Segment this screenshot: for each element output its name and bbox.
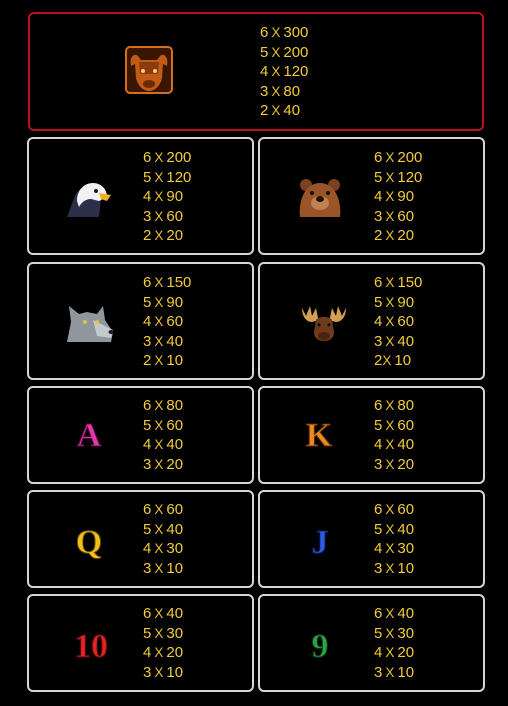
paytable-panel-moose: 6 X 150 5 X 90 4 X 60 3 X 40 2X 10 <box>258 262 485 380</box>
payout-list: 6 X 200 5 X 120 4 X 90 3 X 60 2 X 20 <box>374 148 422 246</box>
payout-row: 2X10 <box>143 352 184 369</box>
payout-row: 3 X 10 <box>374 559 415 577</box>
eagle-icon <box>63 177 113 219</box>
payout-row: 2X10 <box>374 352 412 369</box>
payout-row: 4 X 60 <box>374 313 415 330</box>
payout-row: 6 X 40 <box>143 605 184 622</box>
payout-list: 6 X 80 5 X 60 4 X 40 3 X 20 <box>143 396 183 474</box>
payout-row: 6 X 300 <box>260 24 309 41</box>
paytable-panel-bison: 6 X 300 5 X 200 4 X 120 3 X 80 2 X 40 <box>28 12 484 131</box>
payout-row: 4 X 40 <box>374 436 415 453</box>
letter-a-icon: A <box>76 417 102 454</box>
bear-icon <box>294 175 346 219</box>
payout-row: 6 X 200 <box>374 149 423 166</box>
paytable-panel-number-10: 10 6 X 40 5 X 30 4 X 20 3 X 10 <box>27 594 254 692</box>
payout-row: 5 X 90 <box>143 293 184 311</box>
payout-list: 6 X 40 5 X 30 4 X 20 3 X 10 <box>143 604 183 682</box>
payout-row: 5 X 30 <box>143 624 184 642</box>
payout-row: 4 X 30 <box>143 540 184 557</box>
payout-row: 4 X 20 <box>143 644 184 661</box>
moose-icon <box>300 302 348 342</box>
wolf-icon <box>63 302 115 344</box>
payout-row: 5 X 40 <box>374 520 415 538</box>
payout-row: 3 X 40 <box>374 332 415 350</box>
payout-row: 5 X 30 <box>374 624 415 642</box>
letter-q-icon: Q <box>75 524 103 561</box>
payout-list: 6 X 60 5 X 40 4 X 30 3 X 10 <box>374 500 414 578</box>
payout-row: 3 X 20 <box>374 455 415 473</box>
paytable-panel-eagle: 6 X 200 5 X 120 4 X 90 3 X 60 2 X 20 <box>27 137 254 255</box>
payout-list: 6X150 5X90 4X60 3X40 2X10 <box>143 273 191 371</box>
paytable-panel-number-9: 9 6 X 40 5 X 30 4 X 20 3 X 10 <box>258 594 485 692</box>
letter-k-icon: K <box>305 417 333 454</box>
paytable-panel-bear: 6 X 200 5 X 120 4 X 90 3 X 60 2 X 20 <box>258 137 485 255</box>
payout-row: 2 X 20 <box>374 227 415 244</box>
payout-row: 5 X 60 <box>143 416 184 434</box>
payout-row: 6 X 80 <box>374 397 415 414</box>
letter-j-icon: J <box>311 524 329 561</box>
payout-list: 6 X 60 5 X 40 4 X 30 3 X 10 <box>143 500 183 578</box>
payout-row: 6 X 150 <box>374 274 423 291</box>
payout-row: 5 X 200 <box>260 43 309 61</box>
payout-row: 5 X 90 <box>374 293 415 311</box>
payout-row: 3 X 40 <box>143 332 184 350</box>
payout-row: 6 X 40 <box>374 605 415 622</box>
payout-row: 4 X 120 <box>260 63 309 80</box>
payout-row: 5 X 120 <box>374 168 423 186</box>
payout-row: 5 X 60 <box>374 416 415 434</box>
paytable-panel-wolf: 6 X 150 5 X 90 4 X 60 3 X 40 2 X 10 <box>27 262 254 380</box>
payout-row: 6 X 200 <box>143 149 192 166</box>
payout-row: 2 X 20 <box>143 227 184 244</box>
payout-row: 6 X 60 <box>374 501 415 518</box>
number-10-icon: 10 <box>74 628 109 665</box>
payout-row: 3 X 10 <box>143 559 184 577</box>
payout-row: 5 X 40 <box>143 520 184 538</box>
payout-row: 6 X 80 <box>143 397 184 414</box>
payout-row: 6 X 150 <box>143 274 192 291</box>
paytable-panel-letter-q: Q 6 X 60 5 X 40 4 X 30 3 X 10 <box>27 490 254 588</box>
payout-row: 4 X 90 <box>374 188 415 205</box>
payout-row: 4 X 20 <box>374 644 415 661</box>
payout-list: 6 X 40 5 X 30 4 X 20 3 X 10 <box>374 604 414 682</box>
payout-row: 3 X 60 <box>374 207 415 225</box>
payout-list: 6X150 5X90 4X60 3X40 2X10 <box>374 273 422 371</box>
payout-row: 4 X 30 <box>374 540 415 557</box>
paytable-panel-letter-k: K 6 X 80 5 X 60 4 X 40 3 X 20 <box>258 386 485 484</box>
payout-row: 3 X 10 <box>143 663 184 681</box>
payout-row: 3 X 60 <box>143 207 184 225</box>
payout-row: 6 X 60 <box>143 501 184 518</box>
payout-list: 6 X 200 5 X 120 4 X 90 3 X 60 2 X 20 <box>143 148 191 246</box>
payout-row: 3 X 80 <box>260 82 301 100</box>
payout-list: 6 X 80 5 X 60 4 X 40 3 X 20 <box>374 396 414 474</box>
payout-row: 4 X 90 <box>143 188 184 205</box>
payout-row: 5 X 120 <box>143 168 192 186</box>
payout-row: 3 X 20 <box>143 455 184 473</box>
payout-row: 3 X 10 <box>374 663 415 681</box>
paytable-panel-letter-a: A 6 X 80 5 X 60 4 X 40 3 X 20 <box>27 386 254 484</box>
paytable-panel-letter-j: J 6 X 60 5 X 40 4 X 30 3 X 10 <box>258 490 485 588</box>
payout-row: 2 X 40 <box>260 102 301 119</box>
payout-list: 6 X 300 5 X 200 4 X 120 3 X 80 2 X 40 <box>260 23 308 121</box>
payout-row: 4 X 60 <box>143 313 184 330</box>
payout-row: 4 X 40 <box>143 436 184 453</box>
number-9-icon: 9 <box>311 628 329 665</box>
bison-icon <box>122 43 176 97</box>
